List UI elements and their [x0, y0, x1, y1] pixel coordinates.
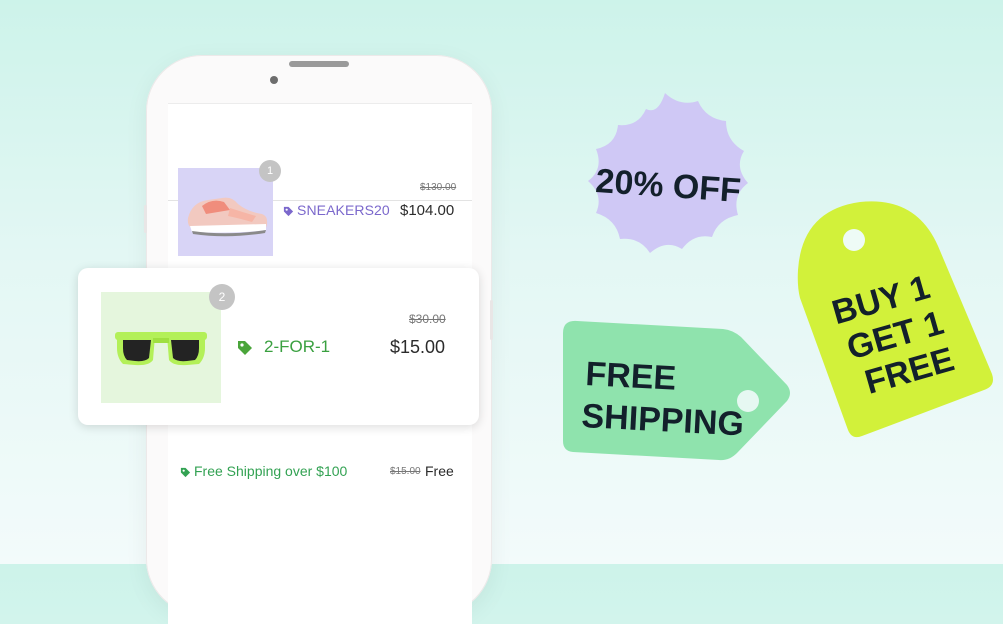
sneaker-icon: [187, 197, 268, 237]
promo-code-2-for-1: 2-FOR-1: [236, 337, 330, 357]
original-price: $30.00: [409, 312, 446, 326]
free-shipping-tag: FREE SHIPPING: [563, 320, 790, 461]
product-image-sneaker[interactable]: [178, 168, 273, 256]
tag-icon: [238, 340, 252, 355]
item-index-badge: 1: [259, 160, 281, 182]
phone-side-button: [144, 205, 147, 233]
phone-camera: [270, 76, 278, 84]
phone-speaker: [289, 61, 349, 67]
tag-icon: [283, 206, 294, 216]
cart-item-card-sunglasses[interactable]: 2 2-FOR-1 $30.00 $15.00: [78, 268, 479, 425]
sunglasses-icon: [115, 332, 207, 366]
phone-side-button: [490, 300, 493, 340]
original-price: $130.00: [420, 182, 457, 193]
discount-sticker: 20% OFF: [588, 93, 748, 253]
free-shipping-line1: FREE: [585, 355, 678, 398]
promo-code-label: SNEAKERS20: [297, 202, 390, 218]
product-image-sunglasses[interactable]: [101, 292, 221, 403]
shipping-price: Free: [425, 463, 454, 479]
tag-icon: [180, 467, 191, 477]
discounted-price: $104.00: [400, 202, 455, 219]
promo-code-sneakers: SNEAKERS20: [283, 202, 390, 218]
shipping-label: Free Shipping over $100: [194, 463, 348, 479]
discounted-price: $15.00: [390, 337, 446, 357]
original-shipping-price: $15.00: [390, 466, 421, 477]
promo-code-label: 2-FOR-1: [264, 337, 331, 356]
bogo-tag: BUY 1 GET 1 FREE: [797, 201, 993, 438]
item-index-badge: 2: [209, 284, 235, 310]
shipping-promo: Free Shipping over $100: [180, 463, 347, 479]
